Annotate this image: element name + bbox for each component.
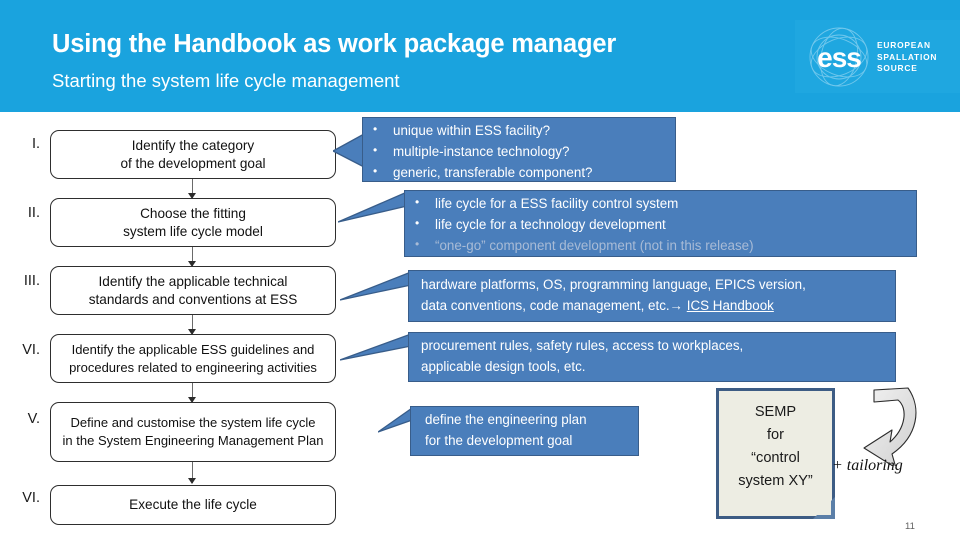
flow-connector-5 bbox=[187, 462, 198, 484]
step-numeral-2: II. bbox=[27, 205, 40, 221]
flow-step-3-line-1: Identify the applicable technical bbox=[98, 273, 288, 289]
page-title: Using the Handbook as work package manag… bbox=[52, 30, 617, 58]
callout-2-tail bbox=[338, 192, 408, 223]
flow-step-box-1[interactable]: Identify the category of the development… bbox=[50, 130, 336, 179]
flow-step-2-line-1: Choose the fitting bbox=[140, 205, 246, 221]
callout-4-line-2: applicable design tools, etc. bbox=[421, 358, 586, 374]
callout-3-tail bbox=[340, 272, 412, 301]
flow-step-box-5[interactable]: Define and customise the system life cyc… bbox=[50, 402, 336, 462]
ics-handbook-link[interactable]: ICS Handbook bbox=[687, 298, 774, 313]
ess-word-line-2: SPALLATION bbox=[877, 51, 938, 62]
callout-2-bullet-1: life cycle for a ESS facility control sy… bbox=[405, 192, 916, 214]
flow-connector-4 bbox=[187, 383, 198, 403]
flow-step-1-line-2: of the development goal bbox=[120, 155, 266, 171]
callout-2-bullet-list: life cycle for a ESS facility control sy… bbox=[405, 192, 916, 256]
callout-3-line-2: data conventions, code management, etc.→… bbox=[421, 296, 895, 317]
tailoring-curved-arrow-icon bbox=[863, 387, 917, 466]
flow-step-4-line-1: Identify the applicable ESS guidelines a… bbox=[71, 341, 315, 357]
callout-1[interactable]: unique within ESS facility? multiple-ins… bbox=[362, 117, 676, 182]
page-subtitle: Starting the system life cycle managemen… bbox=[52, 70, 400, 91]
callout-4-line-1: procurement rules, safety rules, access … bbox=[421, 338, 744, 353]
flow-step-box-6[interactable]: Execute the life cycle bbox=[50, 485, 336, 525]
page-number: 11 bbox=[905, 521, 915, 532]
flow-step-6-line-1: Execute the life cycle bbox=[129, 497, 257, 512]
callout-5-line-1: define the engineering plan bbox=[425, 412, 587, 427]
flow-connector-3 bbox=[187, 315, 198, 335]
flow-step-5-line-2: in the System Engineering Management Pla… bbox=[62, 433, 324, 448]
semp-line-1: SEMP bbox=[754, 404, 797, 420]
flow-step-box-3[interactable]: Identify the applicable technical standa… bbox=[50, 266, 336, 315]
callout-1-tail bbox=[333, 134, 365, 168]
flow-step-box-2[interactable]: Choose the fitting system life cycle mod… bbox=[50, 198, 336, 247]
flow-connector-2 bbox=[187, 247, 198, 267]
step-numeral-5: V. bbox=[27, 411, 40, 427]
flow-step-4-line-2: procedures related to engineering activi… bbox=[69, 359, 317, 375]
callout-3[interactable]: hardware platforms, OS, programming lang… bbox=[408, 270, 896, 322]
semp-line-2: for bbox=[766, 427, 785, 443]
flow-connector-1 bbox=[187, 179, 198, 199]
step-numeral-6: VI. bbox=[22, 490, 40, 506]
semp-line-4: system XY” bbox=[738, 473, 813, 489]
ess-word-line-3: SOURCE bbox=[877, 63, 918, 73]
callout-4[interactable]: procurement rules, safety rules, access … bbox=[408, 332, 896, 382]
ess-logo: ess EUROPEAN SPALLATION SOURCE bbox=[795, 20, 960, 93]
svg-text:ess: ess bbox=[817, 42, 861, 73]
callout-2-bullet-2: life cycle for a technology development bbox=[405, 213, 916, 235]
step-numeral-3: III. bbox=[23, 273, 40, 289]
semp-fold-corner-inner-icon bbox=[816, 500, 831, 515]
callout-3-line-2-text: data conventions, code management, etc.→ bbox=[421, 297, 687, 313]
flow-step-2-line-2: system life cycle model bbox=[123, 223, 263, 239]
callout-3-line-1: hardware platforms, OS, programming lang… bbox=[421, 277, 806, 292]
callout-2[interactable]: life cycle for a ESS facility control sy… bbox=[404, 190, 917, 257]
step-numeral-4: VI. bbox=[22, 342, 40, 358]
callout-5[interactable]: define the engineering plan for the deve… bbox=[410, 406, 639, 456]
ess-rings-icon: ess bbox=[809, 27, 869, 87]
semp-line-3: “control bbox=[751, 450, 800, 466]
callout-5-line-2: for the development goal bbox=[425, 432, 573, 448]
semp-document[interactable]: SEMP for “control system XY” bbox=[716, 388, 835, 519]
callout-4-tail bbox=[340, 334, 412, 361]
callout-1-bullet-1: unique within ESS facility? bbox=[363, 119, 675, 141]
callout-1-bullet-3: generic, transferable component? bbox=[363, 161, 675, 183]
flow-step-3-line-2: standards and conventions at ESS bbox=[88, 291, 298, 307]
ess-wordmark: EUROPEAN SPALLATION SOURCE bbox=[877, 40, 937, 75]
step-numeral-1: I. bbox=[31, 136, 40, 152]
flow-step-1-line-1: Identify the category bbox=[131, 137, 255, 153]
flow-step-5-line-1: Define and customise the system life cyc… bbox=[70, 415, 316, 430]
slide-canvas: Using the Handbook as work package manag… bbox=[0, 0, 960, 540]
tailoring-annotation: + tailoring bbox=[832, 457, 903, 474]
callout-2-bullet-3: “one-go” component development (not in t… bbox=[405, 234, 916, 256]
flow-step-box-4[interactable]: Identify the applicable ESS guidelines a… bbox=[50, 334, 336, 383]
callout-1-bullet-2: multiple-instance technology? bbox=[363, 140, 675, 162]
callout-1-bullet-list: unique within ESS facility? multiple-ins… bbox=[363, 119, 675, 183]
ess-word-line-1: EUROPEAN bbox=[877, 40, 931, 50]
